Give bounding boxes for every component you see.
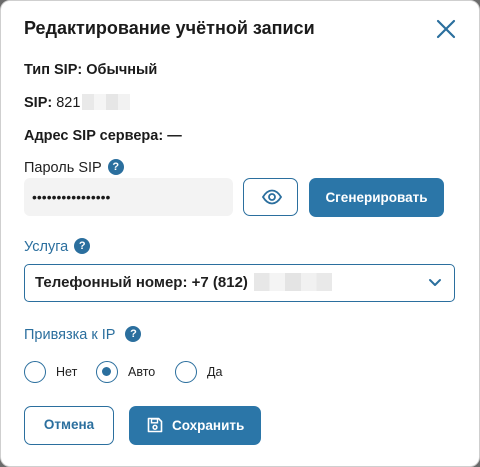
show-password-button[interactable] <box>243 178 298 216</box>
sip-type-label: Тип SIP: <box>24 62 83 78</box>
password-label-row: Пароль SIP? <box>24 159 124 176</box>
eye-icon <box>262 189 282 205</box>
help-icon[interactable]: ? <box>107 159 124 175</box>
radio-label: Авто <box>128 365 156 379</box>
radio-ip-no[interactable]: Нет <box>24 361 84 385</box>
sip-server-value: — <box>167 128 182 144</box>
help-icon[interactable]: ? <box>74 238 91 254</box>
sip-value: 821 <box>56 95 81 111</box>
save-label: Сохранить <box>172 418 245 433</box>
save-button[interactable]: Сохранить <box>129 406 261 445</box>
dialog-title: Редактирование учётной записи <box>24 18 315 38</box>
service-label-row: Услуга? <box>24 238 91 255</box>
password-label: Пароль SIP <box>24 160 102 176</box>
sip-label: SIP: <box>24 95 53 111</box>
floppy-disk-icon <box>147 417 163 433</box>
service-selected-value: Телефонный номер: +7 (812) <box>35 265 332 301</box>
cancel-button[interactable]: Отмена <box>24 406 114 445</box>
service-select[interactable]: Телефонный номер: +7 (812) <box>24 264 455 302</box>
password-field[interactable]: •••••••••••••••• <box>24 178 233 216</box>
phone-masked-part <box>253 273 332 291</box>
sip-server-row: Адрес SIP сервера: — <box>24 128 182 144</box>
sip-row: SIP: 821 <box>24 94 131 111</box>
radio-circle <box>96 361 118 383</box>
ip-binding-label: Привязка к IP <box>24 327 116 343</box>
chevron-down-icon <box>429 279 441 286</box>
sip-masked-part <box>82 94 131 110</box>
edit-account-dialog: Редактирование учётной записи Тип SIP: О… <box>0 0 480 467</box>
service-label: Услуга <box>24 239 69 255</box>
radio-label: Да <box>207 365 223 379</box>
sip-type-value: Обычный <box>86 62 158 78</box>
sip-server-label: Адрес SIP сервера: <box>24 128 164 144</box>
radio-circle <box>175 361 197 383</box>
radio-ip-auto[interactable]: Авто <box>96 361 166 385</box>
ip-binding-label-row: Привязка к IP? <box>24 326 142 343</box>
radio-selected-dot <box>102 367 111 376</box>
generate-password-button[interactable]: Сгенерировать <box>309 178 444 217</box>
close-icon[interactable] <box>432 15 460 43</box>
radio-circle <box>24 361 46 383</box>
radio-ip-yes[interactable]: Да <box>175 361 235 385</box>
help-icon[interactable]: ? <box>125 326 142 342</box>
radio-label: Нет <box>56 365 78 379</box>
sip-type-row: Тип SIP: Обычный <box>24 62 157 78</box>
